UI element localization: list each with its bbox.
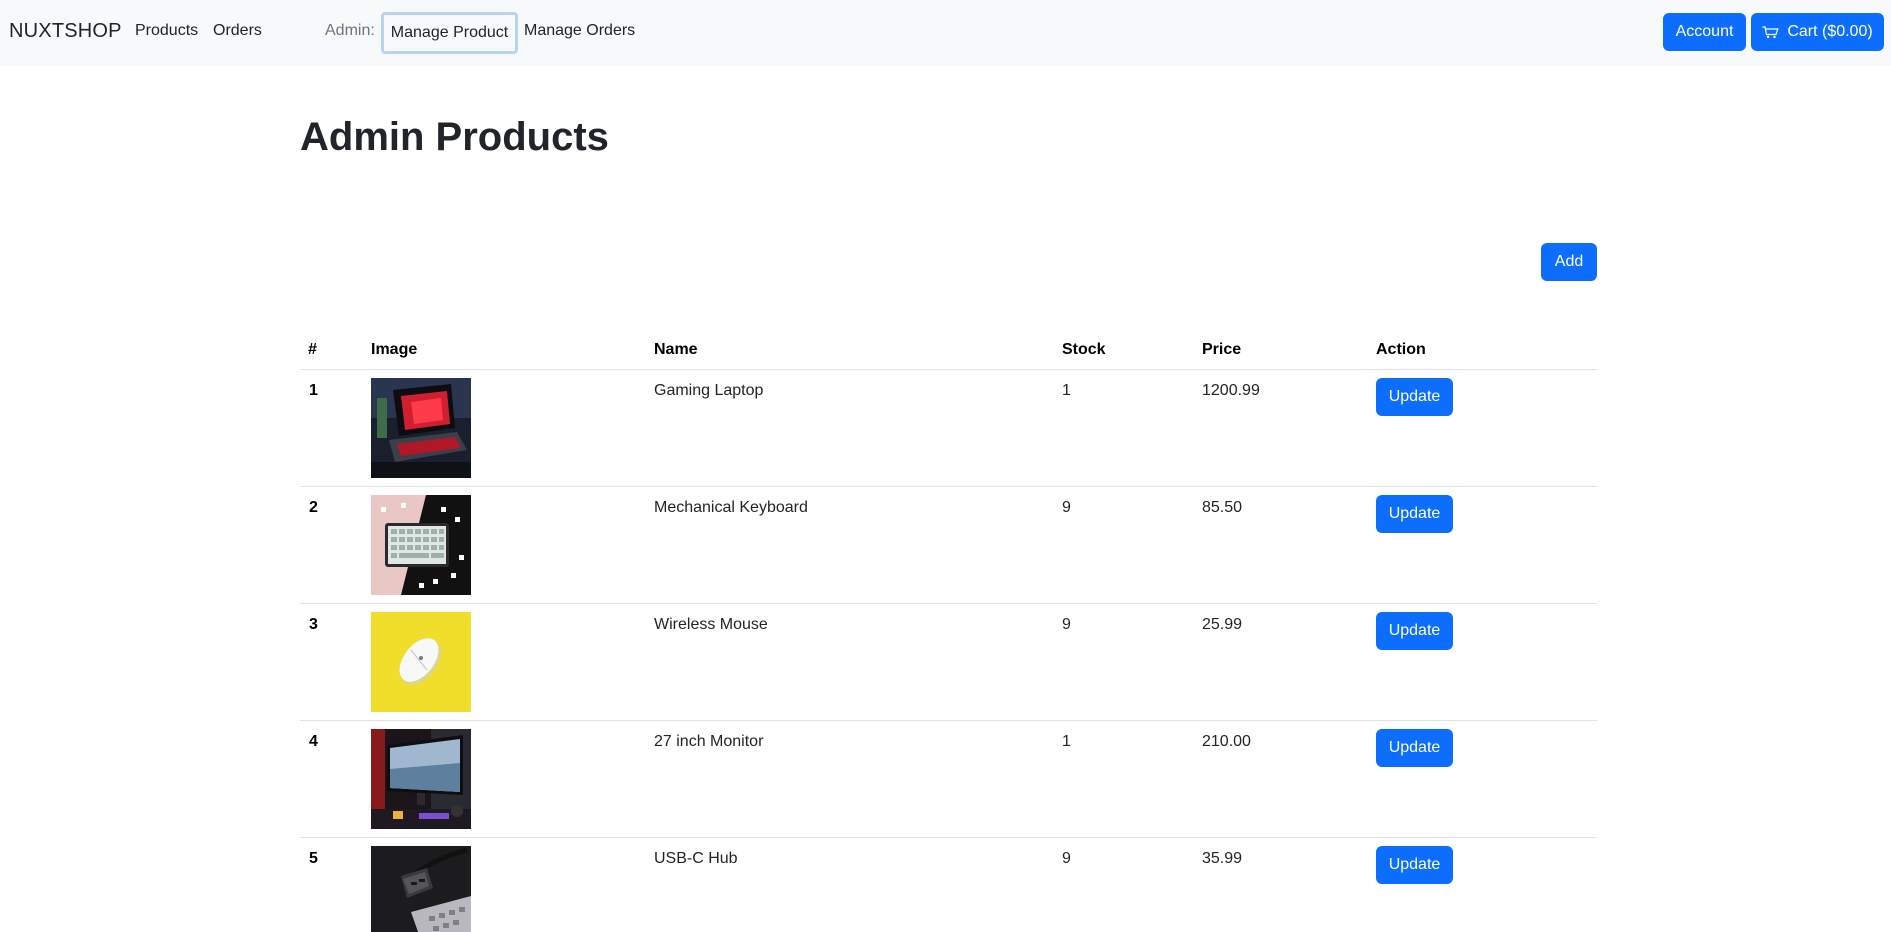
update-button[interactable]: Update <box>1376 378 1453 416</box>
nav-link-manage-orders[interactable]: Manage Orders <box>524 22 635 40</box>
row-name: 27 inch Monitor <box>654 733 764 750</box>
cart-icon <box>1762 25 1779 39</box>
column-header-name: Name <box>654 341 698 358</box>
update-button[interactable]: Update <box>1376 846 1453 884</box>
manage-product-label: Manage Product <box>390 24 509 41</box>
row-stock: 9 <box>1062 499 1071 516</box>
row-name: Gaming Laptop <box>654 382 764 399</box>
column-header-action: Action <box>1376 341 1426 358</box>
row-price: 35.99 <box>1202 850 1243 867</box>
cart-button[interactable]: Cart ($0.00) <box>1751 13 1884 51</box>
mouse-image <box>371 612 471 712</box>
cart-button-label: Cart ($0.00) <box>1787 23 1873 40</box>
brand-logo[interactable]: NUXTSHOP <box>9 20 122 43</box>
account-button[interactable]: Account <box>1663 13 1746 51</box>
row-stock: 9 <box>1062 850 1071 867</box>
add-product-button[interactable]: Add <box>1541 243 1597 281</box>
update-button-label: Update <box>1388 739 1441 756</box>
row-divider <box>300 486 1597 487</box>
update-button[interactable]: Update <box>1376 729 1453 767</box>
row-index: 1 <box>309 382 318 399</box>
column-header-index: # <box>308 341 317 358</box>
nav-link-manage-product[interactable]: Manage Product <box>381 12 518 54</box>
row-price: 1200.99 <box>1202 382 1260 399</box>
row-index: 3 <box>309 616 318 633</box>
row-stock: 9 <box>1062 616 1071 633</box>
row-name: USB-C Hub <box>654 850 738 867</box>
top-navbar: NUXTSHOP Products Orders Admin: Manage P… <box>0 0 1891 66</box>
keyboard-image <box>371 495 471 595</box>
row-index: 5 <box>309 850 318 867</box>
admin-label: Admin: <box>325 22 375 39</box>
row-divider <box>300 603 1597 604</box>
header-divider <box>300 369 1597 370</box>
row-index: 4 <box>309 733 318 750</box>
update-button-label: Update <box>1388 856 1441 873</box>
row-stock: 1 <box>1062 382 1071 399</box>
nav-link-products[interactable]: Products <box>135 22 198 40</box>
row-divider <box>300 837 1597 838</box>
monitor-image <box>371 729 471 829</box>
account-button-label: Account <box>1675 23 1734 40</box>
update-button[interactable]: Update <box>1376 495 1453 533</box>
update-button-label: Update <box>1388 505 1441 522</box>
row-name: Mechanical Keyboard <box>654 499 808 516</box>
update-button[interactable]: Update <box>1376 612 1453 650</box>
row-divider <box>300 720 1597 721</box>
column-header-image: Image <box>371 341 418 358</box>
row-name: Wireless Mouse <box>654 616 768 633</box>
add-button-label: Add <box>1554 253 1584 270</box>
column-header-stock: Stock <box>1062 341 1106 358</box>
usb-hub-image <box>371 846 471 932</box>
column-header-price: Price <box>1202 341 1242 358</box>
row-price: 210.00 <box>1202 733 1251 750</box>
row-index: 2 <box>309 499 318 516</box>
update-button-label: Update <box>1388 622 1441 639</box>
update-button-label: Update <box>1388 388 1441 405</box>
gaming-laptop-image <box>371 378 471 478</box>
row-price: 85.50 <box>1202 499 1243 516</box>
page-title: Admin Products <box>300 115 609 159</box>
row-stock: 1 <box>1062 733 1071 750</box>
nav-link-orders[interactable]: Orders <box>213 22 262 40</box>
row-price: 25.99 <box>1202 616 1243 633</box>
